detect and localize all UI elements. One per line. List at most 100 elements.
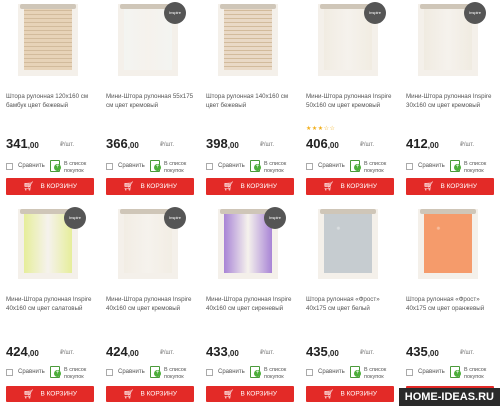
add-to-cart-button[interactable]: 🛒︎ В КОРЗИНУ [406,178,494,195]
compare-checkbox[interactable] [406,369,413,376]
compare-label[interactable]: Сравнить [218,369,245,375]
compare-label[interactable]: Сравнить [118,369,145,375]
product-title[interactable]: Мини-Штора рулонная Inspire 40х160 см цв… [6,295,96,313]
compare-label[interactable]: Сравнить [418,369,445,375]
product-card[interactable]: Штора рулонная «Фрост» 40х175 см цвет ор… [400,203,500,406]
add-to-cart-button[interactable]: 🛒︎ В КОРЗИНУ [6,386,94,402]
compare-label[interactable]: Сравнить [318,369,345,375]
add-to-cart-button[interactable]: 🛒︎ В КОРЗИНУ [306,178,394,195]
product-card[interactable]: Штора рулонная 120х160 см бамбук цвет бе… [0,0,100,203]
add-to-list-label[interactable]: В список покупок [164,161,198,174]
product-title[interactable]: Мини-Штора рулонная Inspire 40х160 см цв… [106,295,196,313]
product-image[interactable]: Inspire [218,207,286,279]
shopping-list-add-icon[interactable] [50,366,61,378]
add-to-list-label[interactable]: В список покупок [164,367,198,380]
add-to-cart-button[interactable]: 🛒︎ В КОРЗИНУ [206,386,294,402]
price-cents: ,00 [427,349,439,358]
price-cents: ,00 [27,349,39,358]
shopping-list-add-icon[interactable] [450,160,461,172]
add-to-cart-button[interactable]: 🛒︎ В КОРЗИНУ [6,178,94,195]
shopping-list-add-icon[interactable] [150,160,161,172]
compare-label[interactable]: Сравнить [418,163,445,169]
compare-label[interactable]: Сравнить [318,163,345,169]
price-unit: ₽/шт. [460,350,475,356]
product-actions: Сравнить В список покупок [406,366,496,380]
cart-label: В КОРЗИНУ [440,183,477,191]
product-title[interactable]: Мини-Штора рулонная Inspire 30х160 см цв… [406,92,496,110]
add-to-list-label[interactable]: В список покупок [464,161,498,174]
product-card[interactable]: Inspire Мини-Штора рулонная Inspire 40х16… [100,203,200,406]
compare-checkbox[interactable] [306,163,313,170]
shopping-list-add-icon[interactable] [450,366,461,378]
cart-icon: 🛒︎ [23,389,35,399]
cart-icon: 🛒︎ [123,181,135,191]
product-card[interactable]: Штора рулонная 140х160 см цвет бежевый 39… [200,0,300,203]
cart-icon: 🛒︎ [223,181,235,191]
product-image[interactable]: Inspire [18,207,86,279]
product-image[interactable] [218,4,278,76]
compare-checkbox[interactable] [6,163,13,170]
product-title[interactable]: Штора рулонная «Фрост» 40х175 см цвет бе… [306,295,396,313]
add-to-list-label[interactable]: В список покупок [364,161,398,174]
product-title[interactable]: Мини-Штора рулонная Inspire 50х160 см цв… [306,92,396,110]
product-title[interactable]: Штора рулонная 140х160 см цвет бежевый [206,92,296,110]
compare-checkbox[interactable] [6,369,13,376]
shopping-list-add-icon[interactable] [150,366,161,378]
product-row: Inspire Мини-Штора рулонная Inspire 40х16… [0,203,500,406]
product-title[interactable]: Штора рулонная «Фрост» 40х175 см цвет ор… [406,295,496,313]
add-to-list-label[interactable]: В список покупок [64,367,98,380]
shopping-list-add-icon[interactable] [350,366,361,378]
product-image[interactable]: Inspire [118,207,186,279]
add-to-cart-button[interactable]: 🛒︎ В КОРЗИНУ [306,386,394,402]
blind-rail [320,209,376,214]
brand-badge: Inspire [64,207,86,229]
compare-label[interactable]: Сравнить [218,163,245,169]
product-image[interactable] [418,209,478,279]
product-grid: Штора рулонная 120х160 см бамбук цвет бе… [0,0,500,406]
product-card[interactable]: Inspire Мини-Штора рулонная Inspire 50х16… [300,0,400,203]
compare-label[interactable]: Сравнить [118,163,145,169]
product-card[interactable]: Inspire Мини-Штора рулонная 55х175 см цве… [100,0,200,203]
compare-checkbox[interactable] [306,369,313,376]
product-card[interactable]: Inspire Мини-Штора рулонная Inspire 40х16… [0,203,100,406]
shopping-list-add-icon[interactable] [350,160,361,172]
compare-checkbox[interactable] [106,369,113,376]
add-to-cart-button[interactable]: 🛒︎ В КОРЗИНУ [206,178,294,195]
shopping-list-add-icon[interactable] [50,160,61,172]
product-title[interactable]: Штора рулонная 120х160 см бамбук цвет бе… [6,92,96,110]
compare-checkbox[interactable] [106,163,113,170]
add-to-list-label[interactable]: В список покупок [464,367,498,380]
cart-label: В КОРЗИНУ [140,390,177,398]
add-to-list-label[interactable]: В список покупок [364,367,398,380]
compare-checkbox[interactable] [206,163,213,170]
product-image[interactable] [318,209,378,279]
product-card[interactable]: Штора рулонная «Фрост» 40х175 см цвет бе… [300,203,400,406]
roller-blind-image [24,4,72,70]
product-title[interactable]: Мини-Штора рулонная 55х175 см цвет кремо… [106,92,196,110]
compare-checkbox[interactable] [406,163,413,170]
shopping-list-add-icon[interactable] [250,366,261,378]
product-image[interactable] [18,4,78,76]
product-actions: Сравнить В список покупок [6,366,96,380]
product-image[interactable]: Inspire [318,2,386,76]
shopping-list-add-icon[interactable] [250,160,261,172]
compare-checkbox[interactable] [206,369,213,376]
compare-label[interactable]: Сравнить [18,163,45,169]
product-image[interactable]: Inspire [418,2,486,76]
add-to-list-label[interactable]: В список покупок [64,161,98,174]
product-card[interactable]: Inspire Мини-Штора рулонная Inspire 30х16… [400,0,500,203]
product-price: 424,00 [6,344,39,359]
compare-label[interactable]: Сравнить [18,369,45,375]
add-to-list-label[interactable]: В список покупок [264,161,298,174]
product-image[interactable]: Inspire [118,2,186,76]
cart-icon: 🛒︎ [123,389,135,399]
blind-rail [220,4,276,9]
product-card[interactable]: Inspire Мини-Штора рулонная Inspire 40х16… [200,203,300,406]
product-actions: Сравнить В список покупок [306,366,396,380]
add-to-list-label[interactable]: В список покупок [264,367,298,380]
add-to-cart-button[interactable]: 🛒︎ В КОРЗИНУ [106,178,194,195]
product-row: Штора рулонная 120х160 см бамбук цвет бе… [0,0,500,203]
add-to-cart-button[interactable]: 🛒︎ В КОРЗИНУ [106,386,194,402]
price-main: 435 [406,344,428,359]
product-title[interactable]: Мини-Штора рулонная Inspire 40х160 см цв… [206,295,296,313]
